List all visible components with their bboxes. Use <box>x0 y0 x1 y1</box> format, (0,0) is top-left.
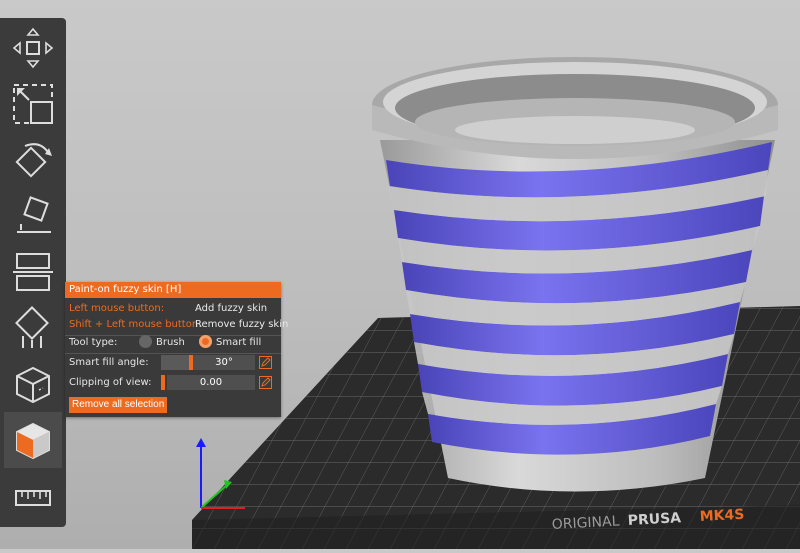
place-on-face-icon <box>17 196 51 233</box>
fuzzy-skin-panel: Paint-on fuzzy skin [H] Left mouse butto… <box>65 282 288 417</box>
supports-paint-tool-button[interactable] <box>4 300 62 356</box>
left-toolbar <box>0 18 66 527</box>
cut-icon <box>13 253 53 291</box>
left-mouse-label: Left mouse button: <box>69 303 165 314</box>
fuzzy-skin-paint-icon <box>16 422 50 460</box>
fuzzy-skin-paint-tool-button[interactable] <box>4 412 62 468</box>
tool-brush-radio[interactable]: Brush <box>139 335 185 351</box>
left-mouse-row: Left mouse button: Add fuzzy skin <box>69 301 277 317</box>
edit-icon[interactable] <box>259 356 272 369</box>
clipping-label: Clipping of view: <box>69 377 152 388</box>
tool-type-row: Tool type: Brush Smart fill <box>69 335 277 351</box>
panel-title: Paint-on fuzzy skin [H] <box>65 282 281 298</box>
shift-mouse-row: Shift + Left mouse button: Remove fuzzy … <box>69 317 288 333</box>
smart-fill-angle-value[interactable]: 30° <box>193 355 255 370</box>
shift-mouse-action: Remove fuzzy skin <box>195 319 289 330</box>
measure-tool-button[interactable] <box>4 470 62 526</box>
3d-viewport[interactable]: ORIGINAL PRUSA MK4S <box>0 0 800 549</box>
radio-off-icon <box>139 335 152 348</box>
seam-paint-tool-button[interactable] <box>4 356 62 412</box>
rotate-tool-button[interactable] <box>4 132 62 188</box>
scale-tool-button[interactable] <box>4 76 62 132</box>
rotate-icon <box>15 143 52 178</box>
smart-fill-angle-slider[interactable] <box>161 355 193 370</box>
clipping-slider[interactable] <box>161 375 165 390</box>
left-mouse-action: Add fuzzy skin <box>195 303 268 314</box>
tool-type-label: Tool type: <box>69 337 118 348</box>
place-on-face-tool-button[interactable] <box>4 188 62 244</box>
bed-brand-name: PRUSA <box>627 510 681 529</box>
move-icon <box>12 27 54 69</box>
scale-icon <box>13 84 53 124</box>
tool-brush-label: Brush <box>156 337 185 348</box>
supports-paint-icon <box>15 306 49 348</box>
measure-icon <box>15 490 51 506</box>
clipping-row: Clipping of view: 0.00 <box>69 375 277 391</box>
cut-tool-button[interactable] <box>4 244 62 300</box>
move-tool-button[interactable] <box>4 20 62 76</box>
divider <box>65 353 281 354</box>
smart-fill-angle-label: Smart fill angle: <box>69 357 149 368</box>
shift-mouse-label: Shift + Left mouse button: <box>69 319 202 330</box>
scene: ORIGINAL PRUSA MK4S <box>192 57 800 549</box>
tool-smart-fill-radio[interactable]: Smart fill <box>199 335 261 351</box>
tool-smart-fill-label: Smart fill <box>216 337 262 348</box>
radio-on-icon <box>199 335 212 348</box>
smart-fill-angle-row: Smart fill angle: 30° <box>69 355 277 371</box>
remove-all-selection-button[interactable]: Remove all selection <box>69 397 168 413</box>
clipping-value[interactable]: 0.00 <box>167 375 255 390</box>
seam-paint-icon <box>16 366 50 404</box>
slider-knob[interactable] <box>161 375 165 390</box>
bed-model: MK4S <box>699 507 744 525</box>
edit-icon[interactable] <box>259 376 272 389</box>
